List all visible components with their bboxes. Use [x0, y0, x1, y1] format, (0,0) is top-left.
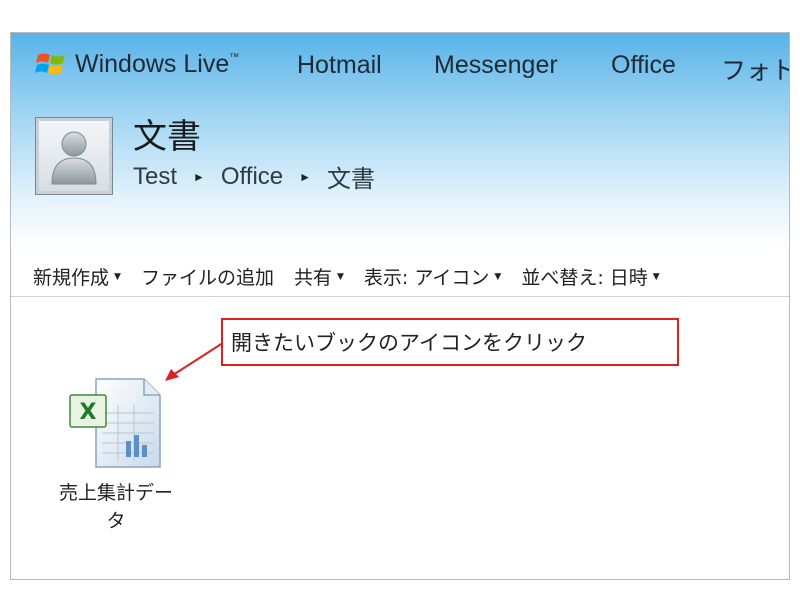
chevron-down-icon: ▼	[336, 271, 344, 282]
top-navigation: Windows Live™ Hotmail Messenger Office フ…	[11, 33, 789, 99]
view-menu[interactable]: 表示: アイコン ▼	[364, 263, 501, 290]
title-block: 文書 Test ► Office ► 文書	[133, 117, 375, 194]
svg-text:X: X	[80, 400, 97, 425]
nav-link-photos[interactable]: フォト	[721, 51, 789, 87]
breadcrumb-documents: 文書	[327, 166, 376, 193]
file-item[interactable]: X 売上集計デー タ	[41, 373, 191, 535]
chevron-down-icon: ▼	[114, 271, 121, 282]
avatar[interactable]	[35, 117, 113, 195]
nav-link-office[interactable]: Office	[611, 51, 676, 80]
breadcrumb-office[interactable]: Office	[221, 163, 283, 191]
breadcrumb-separator-icon: ►	[299, 169, 312, 184]
add-files-label: ファイルの追加	[140, 267, 274, 289]
share-menu-label: 共有	[293, 267, 332, 289]
share-menu[interactable]: 共有 ▼	[294, 263, 344, 290]
page-title: 文書	[133, 117, 201, 157]
windows-live-brand[interactable]: Windows Live™	[35, 49, 239, 79]
sort-menu-label: 並べ替え: 日時	[521, 267, 648, 289]
breadcrumb: Test ► Office ► 文書	[133, 159, 375, 194]
nav-link-messenger[interactable]: Messenger	[434, 51, 558, 80]
file-name[interactable]: 売上集計デー タ	[41, 479, 191, 535]
new-menu[interactable]: 新規作成 ▼	[33, 263, 121, 290]
excel-workbook-icon: X	[69, 378, 161, 468]
file-name-line-1: 売上集計デー	[58, 482, 173, 504]
file-name-line-2: タ	[106, 510, 126, 532]
new-menu-label: 新規作成	[33, 267, 110, 289]
chevron-down-icon: ▼	[652, 271, 660, 282]
sort-menu[interactable]: 並べ替え: 日時 ▼	[521, 263, 659, 290]
add-files-button[interactable]: ファイルの追加	[141, 263, 274, 290]
windows-flag-icon	[35, 53, 65, 75]
nav-link-hotmail[interactable]: Hotmail	[297, 51, 382, 80]
toolbar: 新規作成 ▼ ファイルの追加 共有 ▼ 表示: アイコン ▼ 並べ替え: 日時 …	[11, 257, 789, 297]
user-silhouette-icon	[51, 131, 97, 185]
chevron-down-icon: ▼	[494, 271, 502, 282]
page-header: 文書 Test ► Office ► 文書	[35, 117, 375, 195]
annotation-text: 開きたいブックのアイコンをクリック	[231, 331, 587, 355]
view-menu-label: 表示: アイコン	[363, 267, 490, 289]
skydrive-window: Windows Live™ Hotmail Messenger Office フ…	[10, 32, 790, 580]
breadcrumb-test[interactable]: Test	[133, 163, 177, 191]
breadcrumb-separator-icon: ►	[193, 169, 205, 184]
annotation-callout: 開きたいブックのアイコンをクリック	[221, 318, 679, 366]
brand-label: Windows Live™	[75, 49, 240, 78]
